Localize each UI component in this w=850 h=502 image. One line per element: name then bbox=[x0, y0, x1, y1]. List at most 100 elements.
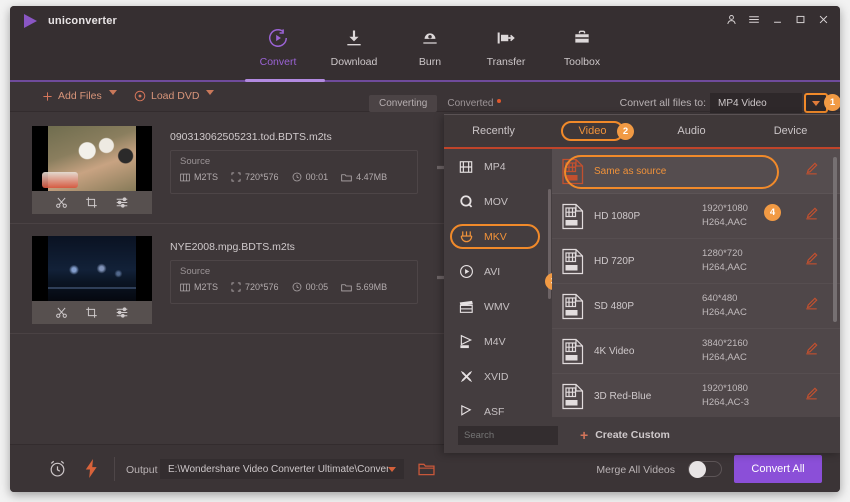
add-files-dropdown-caret[interactable] bbox=[109, 90, 117, 113]
meta-resolution: 720*576 bbox=[231, 172, 279, 182]
preset-resolution: 1280*720 bbox=[702, 248, 743, 259]
alarm-clock-icon[interactable] bbox=[48, 459, 67, 478]
convert-all-files-to-value[interactable]: MP4 Video bbox=[710, 93, 802, 113]
menu-icon[interactable] bbox=[747, 12, 761, 26]
format-item-mov[interactable]: MOV bbox=[444, 184, 552, 219]
file-source-box: Source M2TS 720*576 00:05 5.69MB bbox=[170, 260, 418, 304]
preset-edit-icon[interactable] bbox=[805, 207, 818, 225]
search-input[interactable] bbox=[458, 425, 558, 445]
preset-row-hd-1080p[interactable]: HD 1080P 1920*1080 H264,AAC bbox=[552, 194, 840, 239]
open-folder-icon[interactable] bbox=[418, 462, 435, 481]
panel-tab-audio-label: Audio bbox=[677, 125, 706, 137]
panel-category-tabs: Recently Video Audio Device 2 bbox=[444, 115, 840, 149]
format-item-mp4[interactable]: MP4 bbox=[444, 149, 552, 184]
nav-tab-toolbox[interactable]: Toolbox bbox=[544, 24, 620, 68]
nav-tab-download-label: Download bbox=[330, 56, 378, 68]
main-nav-tabs: Convert Download Burn Transfer Toolbox bbox=[240, 24, 620, 68]
close-icon[interactable] bbox=[816, 12, 830, 26]
preset-edit-icon[interactable] bbox=[805, 252, 818, 270]
mp4-film-icon bbox=[458, 159, 474, 175]
panel-tab-audio[interactable]: Audio bbox=[642, 115, 741, 147]
format-item-m4v[interactable]: M4V bbox=[444, 324, 552, 359]
preset-specs: 1920*1080 H264,AC-3 bbox=[702, 382, 749, 410]
step-badge-2: 2 bbox=[617, 123, 634, 140]
preset-resolution: 3840*2160 bbox=[702, 338, 748, 349]
format-item-xvid[interactable]: XVID bbox=[444, 359, 552, 394]
tab-converting[interactable]: Converting bbox=[369, 95, 438, 112]
source-meta: M2TS 720*576 00:05 5.69MB bbox=[180, 282, 387, 292]
meta-format-value: M2TS bbox=[194, 282, 219, 292]
file-thumbnail-container bbox=[32, 236, 152, 324]
format-dropdown-panel: Recently Video Audio Device 2 MP4 MOV MK… bbox=[444, 114, 840, 453]
preset-list-scrollbar[interactable] bbox=[833, 157, 837, 322]
maximize-icon[interactable] bbox=[793, 12, 807, 26]
preset-file-icon bbox=[552, 158, 594, 185]
meta-duration-value: 00:01 bbox=[305, 172, 329, 182]
convert-circle-play-icon bbox=[240, 24, 316, 52]
output-label: Output bbox=[126, 464, 158, 476]
preset-edit-icon[interactable] bbox=[805, 342, 818, 360]
preset-file-icon bbox=[552, 383, 594, 410]
format-item-mkv[interactable]: MKV bbox=[444, 219, 552, 254]
add-files-button[interactable]: Add Files bbox=[42, 90, 102, 102]
preset-file-icon bbox=[552, 338, 594, 365]
output-path-dropdown[interactable]: E:\Wondershare Video Converter Ultimate\… bbox=[160, 459, 404, 479]
nav-tab-convert[interactable]: Convert bbox=[240, 24, 316, 68]
meta-resolution-value: 720*576 bbox=[245, 172, 279, 182]
panel-tab-recently-label: Recently bbox=[472, 125, 515, 137]
panel-tab-device[interactable]: Device bbox=[741, 115, 840, 147]
thumbnail-tools bbox=[32, 191, 152, 214]
minimize-icon[interactable] bbox=[770, 12, 784, 26]
preset-row-hd-720p[interactable]: HD 720P 1280*720 H264,AAC bbox=[552, 239, 840, 284]
format-item-asf[interactable]: ASF bbox=[444, 394, 552, 417]
convert-all-files-to-label: Convert all files to: bbox=[619, 97, 706, 109]
crop-icon[interactable] bbox=[85, 306, 98, 319]
video-thumbnail[interactable] bbox=[32, 236, 152, 301]
nav-tab-toolbox-label: Toolbox bbox=[563, 56, 601, 68]
mkv-icon bbox=[458, 229, 474, 245]
preset-edit-icon[interactable] bbox=[805, 162, 818, 180]
load-dvd-label: Load DVD bbox=[151, 90, 200, 102]
nav-tab-burn[interactable]: Burn bbox=[392, 24, 468, 68]
crop-icon[interactable] bbox=[85, 196, 98, 209]
preset-resolution: 1920*1080 bbox=[702, 383, 748, 394]
merge-all-videos-toggle[interactable] bbox=[688, 461, 722, 478]
load-dvd-dropdown-caret[interactable] bbox=[206, 90, 214, 113]
trim-scissors-icon[interactable] bbox=[55, 196, 68, 209]
preset-name: HD 1080P bbox=[594, 210, 641, 222]
tab-converted[interactable]: Converted bbox=[437, 95, 510, 112]
title-bar: uniconverter Convert Download Burn Trans… bbox=[10, 6, 840, 82]
load-dvd-button[interactable]: Load DVD bbox=[134, 90, 199, 102]
panel-tab-recently[interactable]: Recently bbox=[444, 115, 543, 147]
merge-all-videos-label: Merge All Videos bbox=[596, 464, 675, 476]
window-controls bbox=[724, 12, 830, 26]
format-item-wmv[interactable]: WMV bbox=[444, 289, 552, 324]
preset-name: SD 480P bbox=[594, 300, 635, 312]
format-item-mov-label: MOV bbox=[484, 195, 508, 208]
effect-sliders-icon[interactable] bbox=[115, 196, 129, 209]
convert-all-button[interactable]: Convert All bbox=[734, 455, 822, 483]
nav-tab-transfer[interactable]: Transfer bbox=[468, 24, 544, 68]
plus-icon: + bbox=[580, 427, 589, 443]
preset-edit-icon[interactable] bbox=[805, 387, 818, 405]
meta-format-value: M2TS bbox=[194, 172, 219, 182]
trim-scissors-icon[interactable] bbox=[55, 306, 68, 319]
create-custom-button[interactable]: + Create Custom bbox=[580, 428, 670, 442]
preset-row-3d-red-blue[interactable]: 3D Red-Blue 1920*1080 H264,AC-3 bbox=[552, 374, 840, 417]
video-thumbnail[interactable] bbox=[32, 126, 152, 191]
preset-row-4k-video[interactable]: 4K Video 3840*2160 H264,AAC bbox=[552, 329, 840, 374]
preset-row-same-as-source[interactable]: Same as source 4 bbox=[552, 149, 840, 221]
preset-specs: 1280*720 H264,AAC bbox=[702, 247, 747, 275]
effect-sliders-icon[interactable] bbox=[115, 306, 129, 319]
account-icon[interactable] bbox=[724, 12, 738, 26]
preset-specs: 640*480 H264,AAC bbox=[702, 292, 747, 320]
format-item-avi[interactable]: AVI bbox=[444, 254, 552, 289]
meta-duration: 00:01 bbox=[292, 172, 329, 182]
nav-tab-download[interactable]: Download bbox=[316, 24, 392, 68]
preset-edit-icon[interactable] bbox=[805, 297, 818, 315]
file-thumbnail-container bbox=[32, 126, 152, 214]
high-speed-bolt-icon[interactable] bbox=[84, 459, 99, 478]
preset-row-sd-480p[interactable]: SD 480P 640*480 H264,AAC bbox=[552, 284, 840, 329]
step-badge-4: 4 bbox=[764, 204, 781, 221]
format-item-m4v-label: M4V bbox=[484, 335, 506, 348]
